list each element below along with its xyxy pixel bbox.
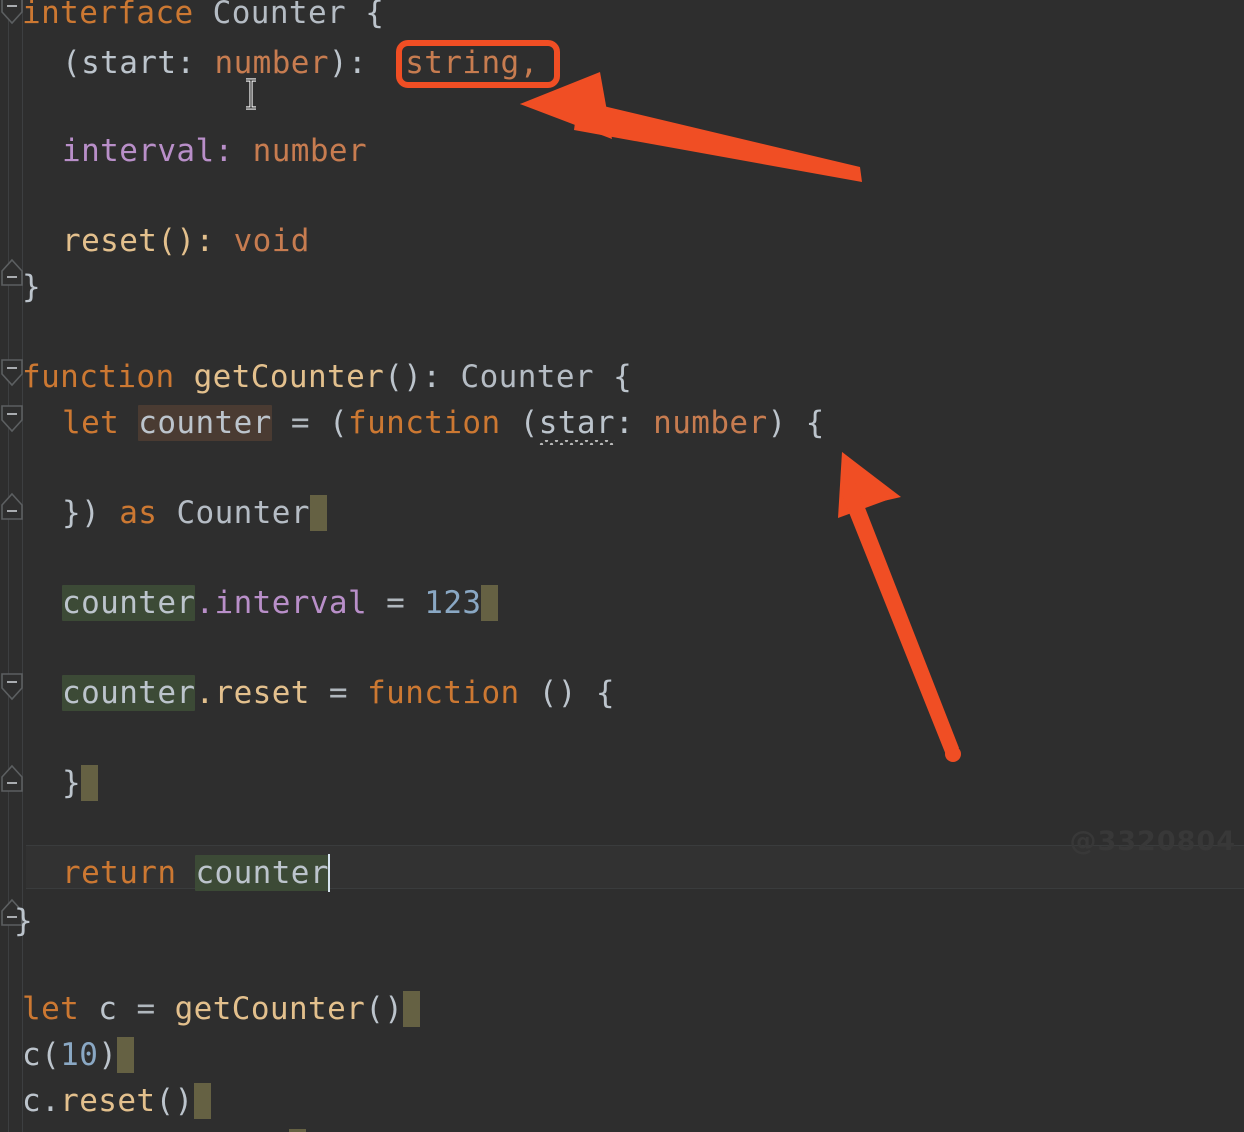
inlay-chip [403,991,421,1027]
code-editor-window[interactable]: interface Counter { (start: number): str… [0,0,1244,1132]
token-colon: : [422,359,442,395]
token-brace-close-function: } [14,903,34,939]
code-text-area[interactable]: interface Counter { (start: number): str… [0,0,1244,1132]
text-caret [327,854,330,892]
token-number-10: 10 [60,1037,99,1073]
token-keyword-function-inner: function [348,405,501,441]
token-call-reset: reset [60,1083,156,1119]
token-reset-parens: () [155,1083,194,1119]
token-var-counter-read-1: counter [62,585,196,621]
token-var-counter-read-3: counter [195,855,329,891]
token-keyword-let: let [62,405,120,441]
text-ibeam-cursor [246,78,256,110]
token-paren-close-colon: ): [328,45,368,81]
token-type-number-2: number [252,133,368,169]
code-line-8[interactable]: function getCounter(): Counter { [22,352,632,402]
code-line-24[interactable]: c.reset() [22,1076,211,1126]
code-line-5[interactable]: reset(): void [62,216,310,266]
token-type-number: number [214,45,329,81]
token-brace-close-interface: } [22,269,42,305]
inlay-chip [309,495,327,531]
code-line-20[interactable]: } [14,896,33,946]
token-keyword-as: as [119,495,158,531]
token-cast-type-counter: Counter [176,495,310,531]
code-line-23[interactable]: c(10) [22,1030,135,1080]
code-line-19[interactable]: return counter [62,848,330,898]
token-var-counter-declaration: counter [138,405,272,441]
token-param-colon: : [614,405,635,441]
token-brace-open-fn: { [613,359,633,395]
token-equals-2: = [386,585,406,621]
code-line-0[interactable]: interface Counter { [22,0,384,38]
inlay-chip [117,1037,135,1073]
token-keyword-return: return [62,855,177,891]
token-number-123: 123 [424,585,482,621]
code-line-25[interactable]: c.interval = 0 [22,1122,306,1132]
code-line-11[interactable]: }) as Counter [62,488,327,538]
inlay-chip [481,585,499,621]
token-empty-parens: () [538,675,577,711]
code-line-3[interactable]: interval: number [62,126,367,176]
token-keyword-function-assign: function [367,675,520,711]
token-keyword-let-2: let [22,991,80,1027]
code-line-17[interactable]: } [62,758,99,808]
code-line-1[interactable]: (start: number): string, [62,38,539,88]
token-member-interval: .interval [195,585,368,621]
code-line-13[interactable]: counter.interval = 123 [62,578,499,628]
code-line-9[interactable]: let counter = (function (star: number) { [62,398,825,448]
code-line-15[interactable]: counter.reset = function () { [62,668,615,718]
token-start-param: (start: [62,45,196,81]
token-brace-open: { [365,0,385,31]
token-keyword-function: function [22,359,175,395]
code-line-22[interactable]: let c = getCounter() [22,984,421,1034]
inlay-chip [193,1083,211,1119]
token-return-type-counter: Counter [460,359,594,395]
token-equals: = [290,405,310,441]
token-member-reset: .reset [195,675,310,711]
token-brace-open-reset: { [595,675,615,711]
token-close-brace-paren: }) [62,495,101,531]
token-method-reset: reset(): [62,223,215,259]
token-fn-getcounter: getCounter [193,359,385,395]
token-equals-4: = [136,991,156,1027]
token-call-parens: () [365,991,404,1027]
token-call-getcounter: getCounter [174,991,366,1027]
token-type-void: void [233,223,310,259]
token-param-type-number: number [653,405,768,441]
token-param-star-error: star [538,405,615,441]
token-keyword-interface: interface [22,0,194,31]
inlay-chip [81,765,99,801]
code-line-6[interactable]: } [22,262,41,312]
token-close-paren-brace: ) { [767,405,825,441]
token-equals-3: = [328,675,348,711]
token-prop-interval: interval: [62,133,234,169]
token-var-c: c [98,991,118,1027]
token-type-string: string, [405,45,539,81]
token-var-counter-read-2: counter [62,675,196,711]
watermark-label: @3320804 [1069,826,1236,857]
token-class-counter: Counter [212,0,347,31]
token-brace-close-reset: } [62,765,82,801]
token-parens: () [384,359,423,395]
